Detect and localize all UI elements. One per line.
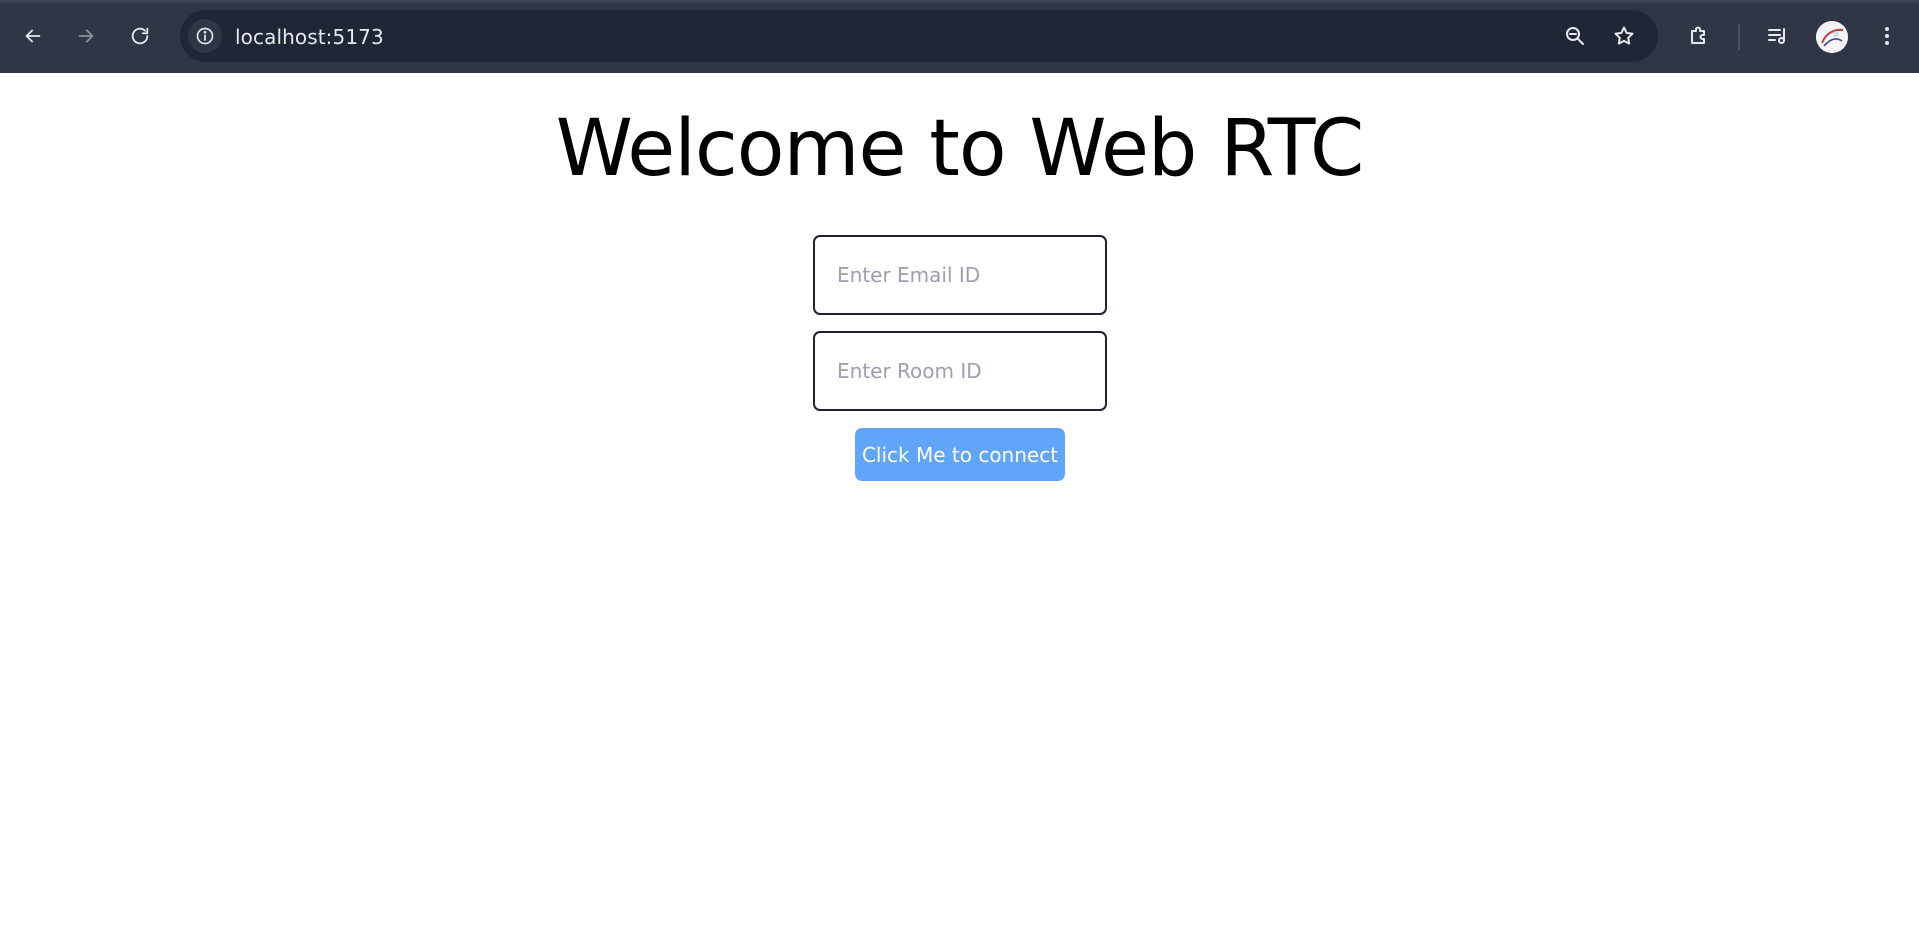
star-icon [1614,26,1634,45]
puzzle-icon [1691,26,1705,44]
reload-icon [131,27,149,45]
arrow-right-icon [78,29,94,43]
site-info-button[interactable] [188,19,222,53]
toolbar-separator [1738,24,1740,50]
url-text[interactable]: localhost:5173 [235,25,384,49]
browser-toolbar: localhost:5173 [0,0,1919,73]
bookmark-button[interactable] [1611,23,1637,49]
info-icon [196,27,214,45]
profile-avatar[interactable] [1816,21,1848,53]
arrow-left-icon [25,29,41,43]
room-id-input[interactable] [813,331,1107,411]
zoom-out-icon [1566,27,1584,45]
reload-button[interactable] [122,18,158,54]
address-bar[interactable]: localhost:5173 [180,10,1658,62]
kebab-menu-icon [1885,27,1889,45]
browser-menu-button[interactable] [1871,20,1903,52]
page-title: Welcome to Web RTC [555,104,1365,194]
media-control-button[interactable] [1762,20,1794,52]
email-input[interactable] [813,235,1107,315]
page-content: Welcome to Web RTC Click Me to connect [0,73,1919,948]
back-button[interactable] [15,18,51,54]
tab-strip [0,0,1919,3]
media-queue-icon [1768,28,1785,44]
forward-button[interactable] [68,18,104,54]
connect-button[interactable]: Click Me to connect [855,428,1065,481]
extensions-button[interactable] [1683,20,1715,52]
zoom-button[interactable] [1562,23,1588,49]
avatar-icon [1816,21,1848,53]
